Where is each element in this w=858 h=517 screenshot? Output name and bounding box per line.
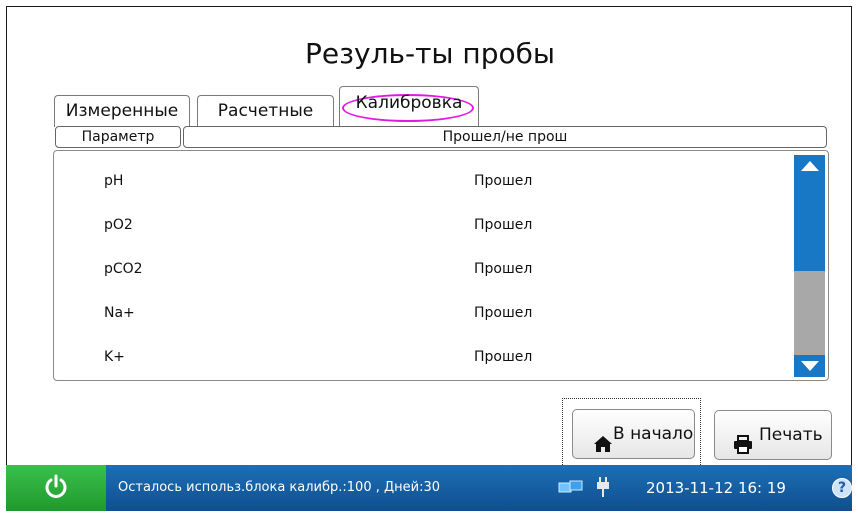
scroll-thumb[interactable] [794,271,825,357]
network-icon [558,480,584,500]
page-title: Резуль-ты пробы [305,37,555,70]
tab-measured[interactable]: Измеренные [54,95,190,127]
result-cell: Прошел [474,217,533,233]
power-button[interactable] [6,465,106,511]
scroll-up-button[interactable] [794,155,825,177]
tab-calibration[interactable]: Калибровка [339,86,479,127]
column-header-parameter[interactable]: Параметр [55,126,181,148]
param-cell: pCO2 [104,261,143,277]
help-icon[interactable]: ? [832,478,852,498]
param-cell: Na+ [104,305,135,321]
table-row[interactable]: K+ Прошел [54,347,794,391]
results-table: pH Прошел pO2 Прошел pCO2 Прошел Na+ Про… [53,150,829,381]
table-row[interactable]: pO2 Прошел [54,215,794,259]
tab-label: Расчетные [217,101,314,121]
result-cell: Прошел [474,261,533,277]
result-cell: Прошел [474,173,533,189]
param-cell: pH [104,173,124,189]
tab-calculated[interactable]: Расчетные [197,95,334,127]
plug-icon [596,477,610,501]
print-button-label: Печать [759,425,823,445]
home-button[interactable]: В начало [572,409,695,459]
tab-label: Калибровка [355,93,463,113]
vertical-scrollbar[interactable] [794,155,825,377]
scroll-down-button[interactable] [794,355,825,377]
result-cell: Прошел [474,349,533,365]
status-bar: Осталось использ.блока калибр.:100 , Дне… [6,465,852,511]
results-window: Резуль-ты пробы Измеренные Расчетные Кал… [6,6,852,511]
param-cell: K+ [104,349,125,365]
power-icon [45,474,67,498]
arrow-down-icon [801,361,819,371]
home-button-label: В начало [613,424,694,444]
table-row[interactable]: pCO2 Прошел [54,259,794,303]
status-message: Осталось использ.блока калибр.:100 , Дне… [118,480,441,495]
tab-label: Измеренные [65,101,179,121]
arrow-up-icon [801,161,819,171]
column-header-pass-fail[interactable]: Прошел/не прош [183,126,827,148]
table-row[interactable]: Na+ Прошел [54,303,794,347]
table-row[interactable]: pH Прошел [54,171,794,215]
date-time: 2013-11-12 16: 19 [646,479,786,497]
param-cell: pO2 [104,217,133,233]
result-cell: Прошел [474,305,533,321]
print-button[interactable]: Печать [714,410,832,460]
